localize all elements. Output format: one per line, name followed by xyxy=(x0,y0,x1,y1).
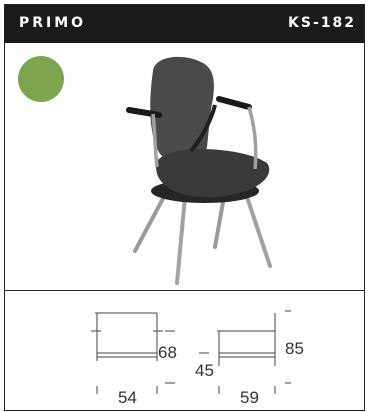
product-code: KS-182 xyxy=(288,15,356,31)
side-seat-height-label: 45 xyxy=(195,361,214,380)
front-height-label: 68 xyxy=(158,343,177,362)
dimension-diagram xyxy=(91,310,291,394)
product-name: PRIMO xyxy=(19,15,87,31)
header-bar: PRIMO KS-182 xyxy=(5,5,364,43)
product-card: PRIMO KS-182 68 54 45 85 59 xyxy=(4,4,365,411)
side-depth-label: 59 xyxy=(240,388,259,407)
color-swatch xyxy=(18,56,64,102)
front-width-label: 54 xyxy=(118,388,137,407)
side-height-label: 85 xyxy=(285,339,304,358)
dimensions-panel: 68 54 45 85 59 xyxy=(5,291,364,411)
chair-icon xyxy=(126,56,272,285)
